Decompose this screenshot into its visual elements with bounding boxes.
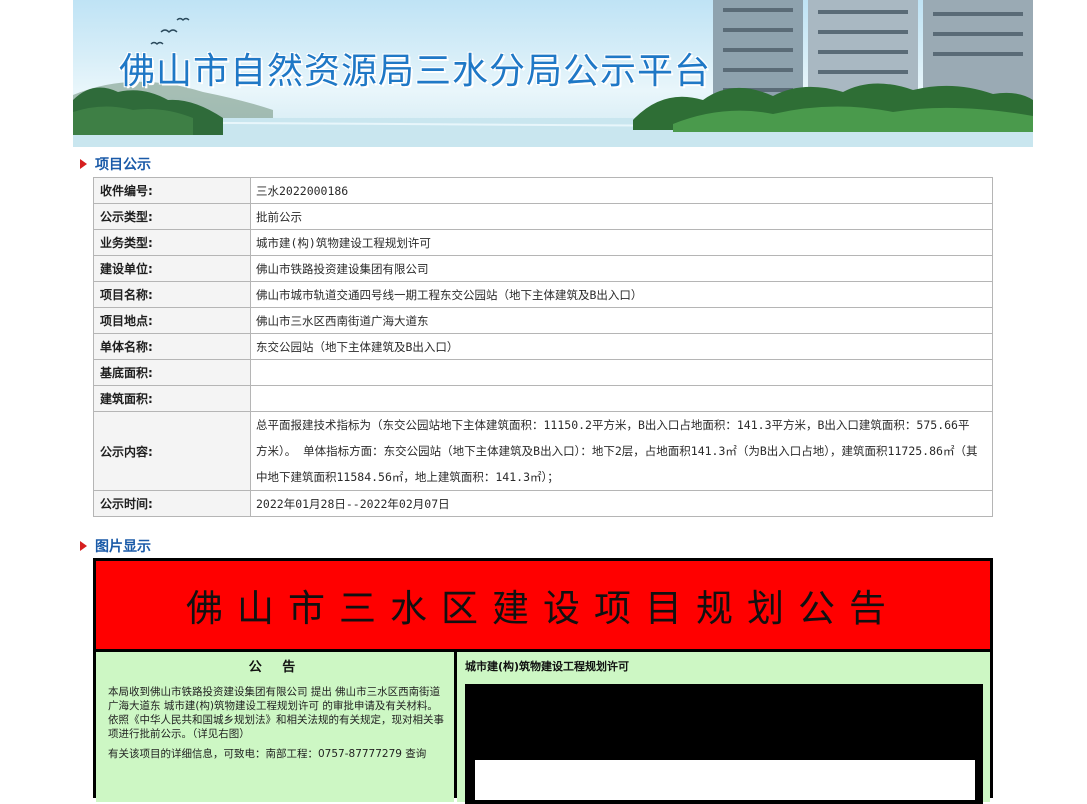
red-triangle-icon xyxy=(80,159,87,169)
row-label: 收件编号: xyxy=(93,177,251,204)
row-value: 佛山市铁路投资建设集团有限公司 xyxy=(250,255,993,282)
table-row: 项目地点: 佛山市三水区西南街道广海大道东 xyxy=(93,307,993,334)
notice-headline: 佛山市三水区建设项目规划公告 xyxy=(186,587,900,630)
row-label: 业务类型: xyxy=(93,229,251,256)
row-value: 佛山市城市轨道交通四号线一期工程东交公园站（地下主体建筑及B出入口） xyxy=(250,281,993,308)
section-title: 图片显示 xyxy=(95,539,151,555)
section-heading-images: 图片显示 xyxy=(80,537,151,555)
notice-image: 佛山市三水区建设项目规划公告 公 告 本局收到佛山市铁路投资建设集团有限公司 提… xyxy=(93,558,993,804)
row-value: 城市建(构)筑物建设工程规划许可 xyxy=(250,229,993,256)
row-value: 佛山市三水区西南街道广海大道东 xyxy=(250,307,993,334)
row-label: 项目名称: xyxy=(93,281,251,308)
row-label: 单体名称: xyxy=(93,333,251,360)
table-row: 收件编号: 三水2022000186 xyxy=(93,177,993,204)
table-row: 公示类型: 批前公示 xyxy=(93,203,993,230)
notice-plan-panel: 城市建(构)筑物建设工程规划许可 xyxy=(457,652,990,804)
announcement-title: 公 告 xyxy=(248,660,304,675)
site-plan-drawing xyxy=(465,684,983,804)
site-title: 佛山市自然资源局三水分局公示平台 xyxy=(119,51,712,92)
section-heading-project: 项目公示 xyxy=(80,155,151,173)
table-row: 建设单位: 佛山市铁路投资建设集团有限公司 xyxy=(93,255,993,282)
row-label: 基底面积: xyxy=(93,359,251,386)
table-row: 公示内容: 总平面报建技术指标为（东交公园站地下主体建筑面积：11150.2平方… xyxy=(93,411,993,491)
plan-drawing-area xyxy=(475,760,975,800)
row-label: 公示类型: xyxy=(93,203,251,230)
row-label: 建筑面积: xyxy=(93,385,251,412)
row-value: 总平面报建技术指标为（东交公园站地下主体建筑面积：11150.2平方米，B出入口… xyxy=(250,411,993,491)
row-value: 三水2022000186 xyxy=(250,177,993,204)
row-label: 建设单位: xyxy=(93,255,251,282)
row-label: 项目地点: xyxy=(93,307,251,334)
section-title: 项目公示 xyxy=(95,157,151,173)
notice-announcement-panel: 公 告 本局收到佛山市铁路投资建设集团有限公司 提出 佛山市三水区西南街道广海大… xyxy=(96,652,454,802)
table-row: 公示时间: 2022年01月28日--2022年02月07日 xyxy=(93,490,993,517)
row-value: 批前公示 xyxy=(250,203,993,230)
row-value xyxy=(250,359,993,386)
table-row: 建筑面积: xyxy=(93,385,993,412)
red-triangle-icon xyxy=(80,541,87,551)
row-label: 公示时间: xyxy=(93,490,251,517)
table-row: 单体名称: 东交公园站（地下主体建筑及B出入口） xyxy=(93,333,993,360)
row-value: 2022年01月28日--2022年02月07日 xyxy=(250,490,993,517)
row-value xyxy=(250,385,993,412)
row-value: 东交公园站（地下主体建筑及B出入口） xyxy=(250,333,993,360)
notice-headline-band: 佛山市三水区建设项目规划公告 xyxy=(96,561,990,649)
row-label: 公示内容: xyxy=(93,411,251,491)
table-row: 项目名称: 佛山市城市轨道交通四号线一期工程东交公园站（地下主体建筑及B出入口） xyxy=(93,281,993,308)
announcement-text: 本局收到佛山市铁路投资建设集团有限公司 提出 佛山市三水区西南街道广海大道东 城… xyxy=(108,686,444,740)
table-row: 基底面积: xyxy=(93,359,993,386)
table-row: 业务类型: 城市建(构)筑物建设工程规划许可 xyxy=(93,229,993,256)
project-info-table: 收件编号: 三水2022000186 公示类型: 批前公示 业务类型: 城市建(… xyxy=(93,177,993,517)
announcement-contact: 有关该项目的详细信息，可致电：南部工程：0757-87777279 查询 xyxy=(108,748,427,760)
header-banner: 佛山市自然资源局三水分局公示平台 xyxy=(73,0,1033,147)
plan-title: 城市建(构)筑物建设工程规划许可 xyxy=(465,660,630,673)
